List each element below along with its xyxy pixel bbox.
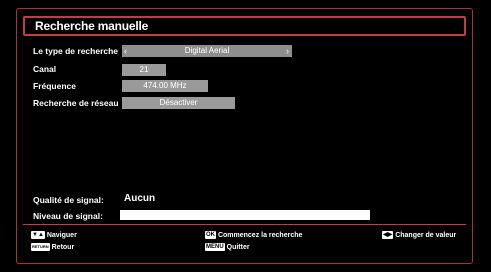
- network-search-field[interactable]: Désactiver: [122, 97, 235, 109]
- network-search-label: Recherche de réseau: [33, 98, 119, 108]
- chevron-left-icon[interactable]: ‹: [124, 45, 127, 57]
- left-right-keys-icon: ◀▶: [382, 231, 394, 239]
- navigate-label: Naviguer: [46, 231, 77, 239]
- channel-field[interactable]: 21: [122, 64, 166, 76]
- footer-navigate: ▼▲ Naviguer: [31, 231, 77, 239]
- frequency-value: 474.00 MHz: [143, 81, 187, 90]
- network-search-value: Désactiver: [159, 98, 198, 107]
- change-value-label: Changer de valeur: [395, 231, 457, 239]
- footer-menu: MENU Quitter: [205, 243, 250, 251]
- channel-label: Canal: [33, 64, 57, 74]
- frequency-label: Fréquence: [33, 81, 76, 91]
- return-label: Retour: [51, 243, 75, 251]
- page-title: Recherche manuelle: [35, 19, 149, 33]
- footer-return: RETURN Retour: [31, 243, 74, 251]
- menu-key-icon: MENU: [205, 243, 225, 251]
- up-down-keys-icon: ▼▲: [31, 231, 45, 239]
- signal-quality-value: Aucun: [124, 193, 156, 204]
- search-type-value: Digital Aerial: [184, 46, 230, 55]
- signal-level-bar: [120, 210, 370, 220]
- chevron-right-icon[interactable]: ›: [286, 45, 289, 57]
- footer-separator: [23, 224, 466, 225]
- search-type-label: Le type de recherche: [33, 46, 119, 56]
- search-type-selector[interactable]: ‹ Digital Aerial ›: [122, 45, 292, 57]
- footer-ok: OK Commencez la recherche: [205, 231, 302, 239]
- title-bar: Recherche manuelle: [23, 16, 466, 36]
- manual-search-screen: Recherche manuelle Le type de recherche …: [0, 0, 491, 272]
- footer-change-value: ◀▶ Changer de valeur: [382, 231, 456, 239]
- start-search-label: Commencez la recherche: [217, 231, 303, 239]
- channel-value: 21: [139, 65, 149, 74]
- return-key-icon: RETURN: [31, 243, 50, 251]
- signal-quality-label: Qualité de signal:: [33, 195, 104, 205]
- frequency-field[interactable]: 474.00 MHz: [122, 80, 208, 92]
- signal-level-label: Niveau de signal:: [33, 211, 103, 221]
- ok-key-icon: OK: [205, 231, 216, 239]
- quit-label: Quitter: [226, 243, 250, 251]
